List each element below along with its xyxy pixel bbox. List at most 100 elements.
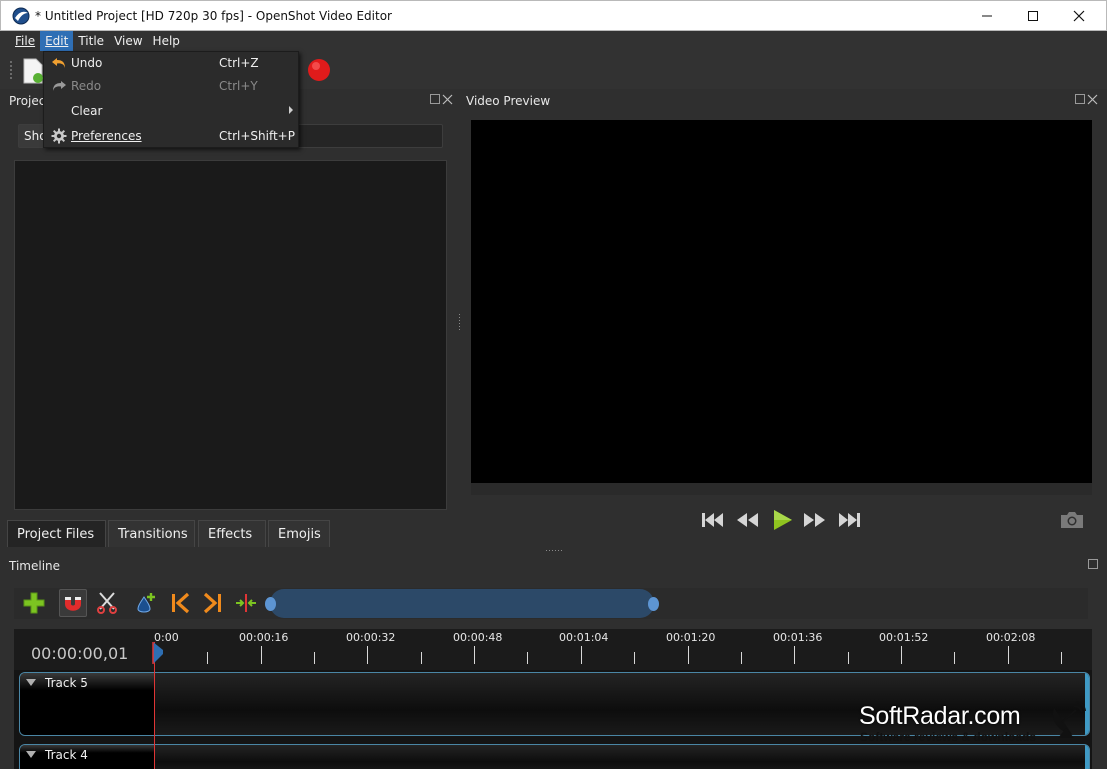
play-icon[interactable] <box>768 509 794 531</box>
current-time-display: 00:00:00,01 <box>31 644 129 663</box>
track-header[interactable]: Track 5 <box>20 673 155 735</box>
horizontal-splitter-handle[interactable] <box>545 549 565 552</box>
ruler-tick <box>848 652 849 664</box>
close-button[interactable] <box>1056 1 1102 31</box>
tick-label: 00:02:08 <box>986 631 1036 644</box>
ruler-tick <box>741 652 742 664</box>
center-playhead-icon <box>236 594 256 612</box>
ruler-tick <box>207 652 208 664</box>
tick-label: 00:00:48 <box>453 631 503 644</box>
float-icon[interactable] <box>1075 94 1085 104</box>
track-row[interactable]: Track 4 <box>19 744 1090 769</box>
track-collapse-icon[interactable] <box>26 751 36 758</box>
openshot-logo-icon <box>12 7 30 25</box>
ruler-tick <box>474 646 475 664</box>
menu-view-label: View <box>114 34 143 48</box>
center-timeline-button[interactable] <box>232 589 260 617</box>
tick-label: 00:00:16 <box>239 631 289 644</box>
add-marker-button[interactable] <box>132 589 160 617</box>
track-name: Track 4 <box>45 748 88 762</box>
ruler-tick <box>367 646 368 664</box>
add-track-button[interactable] <box>20 589 48 617</box>
plus-icon <box>23 592 45 614</box>
new-project-icon[interactable] <box>22 58 44 84</box>
minimize-button[interactable] <box>964 1 1010 31</box>
magnet-icon <box>65 597 81 611</box>
menu-view[interactable]: View <box>109 31 147 51</box>
ruler-tick <box>634 652 635 664</box>
camera-icon[interactable] <box>1059 510 1085 530</box>
maximize-button[interactable] <box>1010 1 1056 31</box>
record-icon[interactable] <box>307 58 331 82</box>
jump-to-start-icon[interactable] <box>700 509 726 531</box>
toolbar-grip-icon <box>10 61 12 79</box>
tab-emojis[interactable]: Emojis <box>268 520 330 547</box>
next-marker-icon <box>203 592 221 614</box>
tab-project-files[interactable]: Project Files <box>7 520 106 547</box>
menu-title[interactable]: Title <box>73 31 109 51</box>
menu-item-preferences[interactable]: Preferences Ctrl+Shift+P <box>44 125 298 147</box>
close-icon <box>1073 10 1085 22</box>
vertical-splitter-handle[interactable] <box>458 313 461 333</box>
menu-edit[interactable]: Edit <box>40 31 74 51</box>
preferences-label: Preferences <box>71 129 142 143</box>
tab-emojis-label: Emojis <box>278 527 321 542</box>
timeline-zoom-slider[interactable] <box>265 589 659 618</box>
tab-effects-label: Effects <box>208 527 253 542</box>
clear-label: Clear <box>71 104 103 118</box>
preferences-shortcut: Ctrl+Shift+P <box>219 129 295 143</box>
menu-help-label: Help <box>152 34 180 48</box>
maximize-icon <box>1028 11 1038 21</box>
fast-forward-icon[interactable] <box>802 509 828 531</box>
menu-item-redo[interactable]: Redo Ctrl+Y <box>44 75 298 97</box>
ruler-tick <box>1008 646 1009 664</box>
close-panel-icon[interactable] <box>442 94 453 105</box>
menu-item-undo[interactable]: Undo Ctrl+Z <box>44 52 298 74</box>
track-header[interactable]: Track 4 <box>20 745 155 769</box>
menu-item-clear[interactable]: Clear <box>44 100 298 122</box>
watermark-title: SoftRadar.com <box>859 702 1021 730</box>
ruler-tick <box>688 646 689 664</box>
ruler-tick <box>261 646 262 664</box>
project-file-list[interactable] <box>14 160 447 510</box>
float-icon[interactable] <box>1088 559 1098 569</box>
rewind-icon[interactable] <box>734 509 760 531</box>
video-preview-canvas[interactable] <box>471 120 1092 495</box>
playhead-marker-icon[interactable] <box>152 642 164 664</box>
tab-transitions[interactable]: Transitions <box>108 520 195 547</box>
preferences-label-text: Preferences <box>71 129 142 143</box>
float-icon[interactable] <box>430 94 440 104</box>
watermark-subtitle: Software reviews & downloads <box>860 730 1037 744</box>
previous-marker-icon <box>172 592 190 614</box>
undo-icon <box>52 58 65 68</box>
menu-help[interactable]: Help <box>148 31 185 51</box>
ruler-tick <box>581 646 582 664</box>
scissors-icon <box>97 592 117 614</box>
tick-label: 00:01:52 <box>879 631 929 644</box>
ruler-tick <box>1061 652 1062 664</box>
close-panel-icon[interactable] <box>1087 94 1098 105</box>
ruler-tick <box>901 646 902 664</box>
previous-marker-button[interactable] <box>166 589 194 617</box>
track-name: Track 5 <box>45 676 88 690</box>
zoom-handle-left[interactable] <box>265 597 276 611</box>
undo-shortcut: Ctrl+Z <box>219 56 259 70</box>
menu-file[interactable]: File <box>10 31 40 51</box>
snapping-toggle-button[interactable] <box>59 589 87 617</box>
tab-effects[interactable]: Effects <box>198 520 266 547</box>
jump-to-end-icon[interactable] <box>836 509 862 531</box>
project-panel-dock-buttons <box>430 94 453 105</box>
zoom-handle-right[interactable] <box>648 597 659 611</box>
timeline-dock-buttons <box>1088 559 1098 569</box>
next-marker-button[interactable] <box>199 589 227 617</box>
video-seek-bar[interactable] <box>471 483 1092 495</box>
tick-label: 00:00:32 <box>346 631 396 644</box>
track-collapse-icon[interactable] <box>26 679 36 686</box>
video-preview-title: Video Preview <box>466 94 551 108</box>
razor-tool-button[interactable] <box>93 589 121 617</box>
transport-controls <box>700 506 865 534</box>
tick-label: 00:01:20 <box>666 631 716 644</box>
menu-bar: File Edit Title View Help <box>0 31 1107 52</box>
timeline-title: Timeline <box>9 559 61 573</box>
redo-label: Redo <box>71 79 102 93</box>
